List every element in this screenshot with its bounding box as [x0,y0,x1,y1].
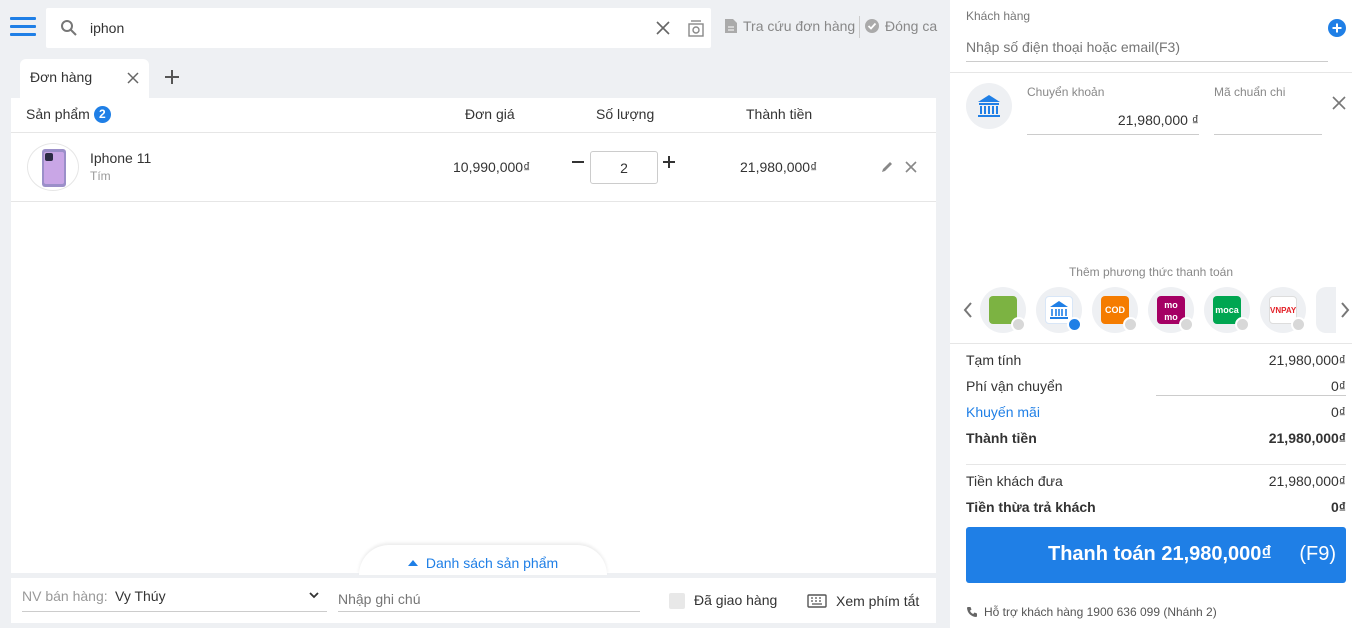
increase-qty-icon[interactable] [662,155,676,169]
divider [966,464,1346,465]
add-payment-method-label: Thêm phương thức thanh toán [1068,265,1234,279]
promo-row[interactable]: Khuyến mãi 0₫ [966,404,1346,424]
chevron-right-icon[interactable] [1340,302,1350,318]
caret-up-icon [407,560,418,566]
customer-input[interactable] [966,33,1328,62]
header-product: Sản phẩm 2 [26,106,111,123]
phone-icon [967,607,977,617]
method-cod[interactable]: COD [1092,287,1138,333]
remove-item-icon[interactable] [904,160,918,174]
hamburger-menu-icon[interactable] [10,17,36,37]
support-line: Hỗ trợ khách hàng 1900 636 099 (Nhánh 2) [966,605,1217,619]
product-thumbnail [27,143,79,191]
close-shift-link[interactable]: Đóng ca [864,18,937,34]
method-vnpay[interactable]: VNPAY [1260,287,1306,333]
product-search-box [46,8,711,48]
pay-button-shortcut: (F9) [1299,543,1336,565]
check-circle-icon [865,19,879,33]
product-list-toggle[interactable]: Danh sách sản phẩm [359,545,607,575]
edit-icon[interactable] [880,160,894,174]
payment-amount-input[interactable] [1027,106,1199,135]
staff-label: NV bán hàng: [22,588,108,604]
auth-code-input[interactable] [1214,106,1322,135]
quantity-input[interactable] [590,151,658,184]
remove-payment-icon[interactable] [1332,96,1346,110]
method-moca[interactable]: moca [1204,287,1250,333]
lookup-orders-link[interactable]: Tra cứu đơn hàng [724,18,855,34]
tab-order-label: Đơn hàng [30,69,93,85]
header-total: Thành tiền [746,106,813,122]
close-shift-label: Đóng ca [885,18,938,34]
change-row: Tiền thừa trả khách 0₫ [966,499,1346,515]
add-tab-icon[interactable] [163,68,181,86]
payment-methods-row: COD mo mo moca VNPAY [960,287,1352,333]
chevron-left-icon[interactable] [963,302,973,318]
shipping-underline [1156,395,1346,396]
divider [950,72,1352,73]
table-header: Sản phẩm 2 Đơn giá Số lượng Thành tiền [11,98,936,133]
header-quantity: Số lượng [596,106,655,122]
chevron-down-icon[interactable] [308,590,320,600]
delivered-label: Đã giao hàng [694,592,778,608]
lookup-orders-label: Tra cứu đơn hàng [743,18,856,34]
checkout-panel: Khách hàng Chuyển khoản Mã chuẩn chi Thê… [950,0,1352,628]
support-text: Hỗ trợ khách hàng 1900 636 099 (Nhánh 2) [984,605,1217,619]
header-unit-price: Đơn giá [465,106,515,122]
table-row[interactable]: Iphone 11 Tím 10,990,000₫ 21,980,000₫ [11,133,936,202]
total-row: Thành tiền 21,980,000₫ [966,430,1346,446]
method-cash[interactable] [980,287,1026,333]
tab-order[interactable]: Đơn hàng [20,59,149,99]
divider [859,16,860,38]
line-total: 21,980,000₫ [740,159,818,175]
divider [950,343,1352,344]
payment-method-label: Chuyển khoản [1027,85,1105,99]
note-input[interactable] [338,586,640,612]
delivered-checkbox[interactable] [669,593,685,609]
auth-code-label: Mã chuẩn chi [1214,85,1286,99]
document-icon [725,19,737,33]
order-panel: Sản phẩm 2 Đơn giá Số lượng Thành tiền Ip… [11,98,936,575]
staff-select[interactable]: Vy Thúy [115,588,166,604]
bank-icon [966,83,1012,129]
product-list-label: Danh sách sản phẩm [425,555,559,571]
clear-search-icon[interactable] [655,20,671,36]
paid-row: Tiền khách đưa 21,980,000₫ [966,473,1346,489]
product-variant: Tím [90,169,111,183]
pay-button[interactable]: Thanh toán 21,980,000₫ (F9) [966,527,1346,583]
bottom-bar: NV bán hàng: Vy Thúy Đã giao hàng Xem ph… [11,578,936,623]
shortcuts-link[interactable]: Xem phím tắt [836,593,919,609]
close-tab-icon[interactable] [127,72,139,84]
pay-button-label: Thanh toán 21,980,000₫ [1048,543,1272,565]
product-count-badge: 2 [93,106,111,123]
search-input[interactable] [90,16,630,40]
staff-underline [22,611,327,612]
subtotal-row: Tạm tính 21,980,000₫ [966,352,1346,368]
product-name: Iphone 11 [90,150,152,166]
search-icon [61,20,77,36]
unit-price: 10,990,000₫ [453,159,531,175]
scale-icon[interactable] [687,19,705,37]
method-momo[interactable]: mo mo [1148,287,1194,333]
method-more[interactable] [1316,287,1336,333]
customer-label: Khách hàng [966,9,1031,23]
method-bank-transfer[interactable] [1036,287,1082,333]
decrease-qty-icon[interactable] [571,155,585,169]
add-customer-icon[interactable] [1328,19,1346,37]
keyboard-icon[interactable] [807,594,827,608]
